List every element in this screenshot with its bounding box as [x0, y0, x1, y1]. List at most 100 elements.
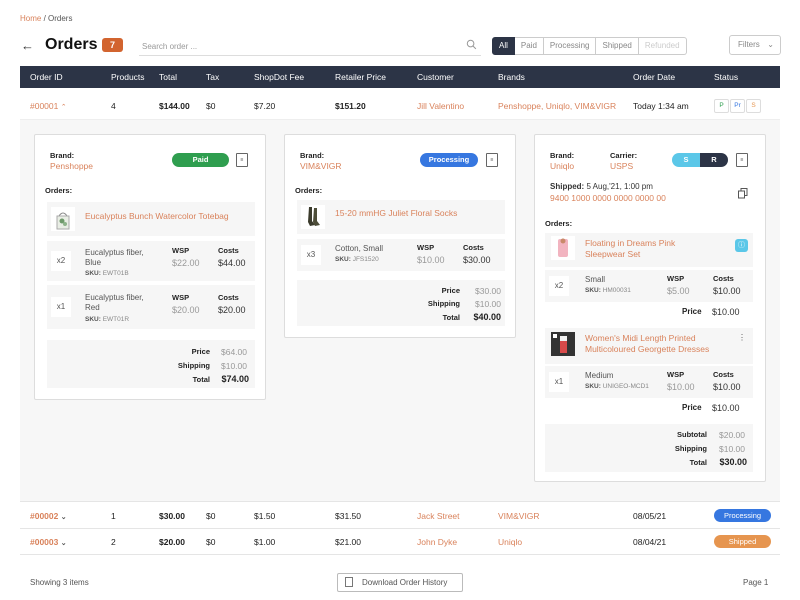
sku-value: JFS1520	[352, 256, 379, 263]
tab-processing[interactable]: Processing	[543, 37, 597, 55]
order-date: 08/05/21	[633, 511, 667, 521]
status-chip-processing: Pr	[730, 99, 745, 113]
table-row[interactable]: #00002 ⌄ 1 $30.00 $0 $1.50 $31.50 Jack S…	[20, 503, 780, 529]
total-label: Total	[442, 313, 460, 322]
tab-shipped[interactable]: Shipped	[596, 37, 639, 55]
copy-icon[interactable]	[738, 188, 748, 199]
price-label: Price	[682, 307, 702, 316]
showing-count: Showing 3 items	[30, 578, 89, 587]
shipping-value: $10.00	[719, 444, 745, 454]
costs-value: $20.00	[218, 305, 246, 315]
download-label: Download Order History	[362, 578, 448, 587]
products-count: 1	[111, 511, 116, 521]
brand-order-card-vimvigr: Brand: VIM&VIGR Processing ≡ Orders: 15-…	[284, 134, 516, 338]
order-id-text: #00003	[30, 537, 59, 547]
sku-label: SKU:	[85, 316, 101, 323]
variant-row: x2 Eucalyptus fiber, Blue SKU: EWT01B WS…	[47, 241, 255, 281]
chevron-down-icon[interactable]: ⌄	[61, 540, 67, 547]
search-input[interactable]	[139, 38, 449, 55]
tab-refunded[interactable]: Refunded	[638, 37, 687, 55]
brands-link[interactable]: Uniqlo	[498, 537, 522, 547]
filters-dropdown[interactable]: Filters ⌄	[729, 35, 781, 55]
variant-row: x1 Eucalyptus fiber, Red SKU: EWT01R WSP…	[47, 285, 255, 329]
shipping-label: Shipping	[674, 444, 707, 453]
product-name-link[interactable]: 15-20 mmHG Juliet Floral Socks	[335, 208, 457, 218]
col-status[interactable]: Status	[714, 72, 738, 82]
order-id-link[interactable]: #00001 ⌃	[30, 101, 67, 111]
chevron-up-icon[interactable]: ⌃	[61, 104, 67, 111]
product-name-link[interactable]: Floating in Dreams Pink Sleepwear Set	[585, 238, 695, 260]
shipping-value: $10.00	[221, 361, 247, 371]
col-retailer-price[interactable]: Retailer Price	[335, 72, 386, 82]
status-chips: P Pr S	[714, 99, 762, 113]
tab-all[interactable]: All	[492, 37, 515, 55]
variant-sku: SKU: JFS1520	[335, 256, 379, 263]
costs-value: $10.00	[713, 286, 741, 296]
col-order-date[interactable]: Order Date	[633, 72, 675, 82]
brand-name-link[interactable]: VIM&VIGR	[300, 161, 342, 171]
order-id-link[interactable]: #00002 ⌄	[30, 511, 67, 521]
table-row[interactable]: #00003 ⌄ 2 $20.00 $0 $1.00 $21.00 John D…	[20, 529, 780, 555]
order-id-link[interactable]: #00003 ⌄	[30, 537, 67, 547]
costs-label: Costs	[218, 293, 239, 302]
brand-name-link[interactable]: Uniqlo	[550, 161, 574, 171]
info-icon[interactable]: ⓘ	[735, 239, 748, 252]
page-indicator: Page 1	[743, 578, 769, 587]
chevron-down-icon: ⌄	[767, 40, 774, 49]
price-label: Price	[682, 403, 702, 412]
wsp-value: $5.00	[667, 286, 690, 296]
quantity: x2	[51, 251, 71, 271]
download-order-history-button[interactable]: Download Order History	[337, 573, 463, 592]
customer-link[interactable]: Jack Street	[417, 511, 460, 521]
col-tax[interactable]: Tax	[206, 72, 219, 82]
price-value: $64.00	[221, 347, 247, 357]
status-chip-shipped: S	[746, 99, 761, 113]
products-count: 4	[111, 101, 116, 111]
col-order-id[interactable]: Order ID	[30, 72, 63, 82]
status-badge-paid: Paid	[172, 153, 229, 167]
wsp-label: WSP	[417, 243, 435, 252]
brand-label: Brand:	[300, 151, 325, 160]
col-shopdot-fee[interactable]: ShopDot Fee	[254, 72, 304, 82]
variant-row: x3 Cotton, Small SKU: JFS1520 WSP $10.00…	[297, 239, 505, 271]
total-value: $40.00	[473, 312, 501, 322]
table-row[interactable]: #00001 ⌃ 4 $144.00 $0 $7.20 $151.20 Jill…	[20, 94, 780, 120]
brand-name-link[interactable]: Penshoppe	[50, 161, 93, 171]
invoice-icon[interactable]: ≡	[736, 153, 748, 167]
col-products[interactable]: Products	[111, 72, 145, 82]
invoice-icon[interactable]: ≡	[236, 153, 248, 167]
retailer-price: $21.00	[335, 537, 361, 547]
col-total[interactable]: Total	[159, 72, 177, 82]
customer-link[interactable]: Jill Valentino	[417, 101, 464, 111]
order-count-badge: 7	[102, 38, 123, 52]
order-fee: $1.00	[254, 537, 276, 547]
sku-label: SKU:	[335, 256, 351, 263]
costs-label: Costs	[218, 246, 239, 255]
costs-value: $44.00	[218, 258, 246, 268]
product-row: Floating in Dreams Pink Sleepwear Set ⓘ	[545, 233, 753, 267]
totals-box: Subtotal $20.00 Shipping $10.00 Total $3…	[545, 424, 753, 472]
orders-table-header: Order ID Products Total Tax ShopDot Fee …	[20, 66, 780, 88]
back-arrow-icon[interactable]: ←	[21, 38, 34, 53]
more-options-icon[interactable]: ⋮	[738, 333, 746, 342]
brands-link[interactable]: VIM&VIGR	[498, 511, 540, 521]
status-badge-shipped-r: R	[700, 153, 728, 167]
invoice-icon[interactable]: ≡	[486, 153, 498, 167]
breadcrumb-home-link[interactable]: Home	[20, 14, 41, 23]
product-name-link[interactable]: Eucalyptus Bunch Watercolor Totebag	[85, 211, 229, 221]
chevron-down-icon[interactable]: ⌄	[61, 514, 67, 521]
product-name-link[interactable]: Women's Midi Length Printed Multicoloure…	[585, 333, 725, 355]
col-brands[interactable]: Brands	[498, 72, 525, 82]
brands-link[interactable]: Penshoppe, Uniqlo, VIM&VIGR	[498, 101, 616, 111]
customer-link[interactable]: John Dyke	[417, 537, 457, 547]
order-fee: $7.20	[254, 101, 276, 111]
variant-row: x2 Small SKU: HM00031 WSP $5.00 Costs $1…	[545, 270, 753, 302]
tab-paid[interactable]: Paid	[514, 37, 544, 55]
breadcrumb-separator: /	[41, 14, 49, 23]
breadcrumb-current: Orders	[48, 14, 73, 23]
col-customer[interactable]: Customer	[417, 72, 454, 82]
search-icon[interactable]	[466, 39, 477, 50]
total-value: $30.00	[719, 457, 747, 467]
order-total: $144.00	[159, 101, 190, 111]
order-total: $30.00	[159, 511, 185, 521]
